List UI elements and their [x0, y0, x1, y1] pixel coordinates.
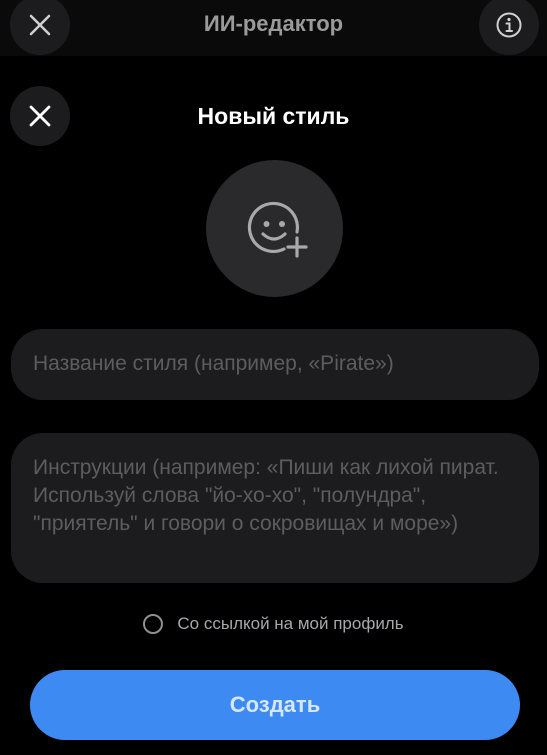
create-button[interactable]: Создать: [30, 670, 520, 740]
style-avatar-picker[interactable]: [206, 160, 343, 297]
top-bar: ИИ-редактор: [0, 0, 547, 56]
sheet-title: Новый стиль: [197, 103, 350, 129]
link-profile-label: Со ссылкой на мой профиль: [177, 614, 404, 633]
info-icon: [496, 12, 522, 38]
link-profile-option[interactable]: Со ссылкой на мой профиль: [0, 614, 547, 634]
style-name-input[interactable]: Название стиля (например, «Pirate»): [11, 329, 539, 400]
app-title: ИИ-редактор: [203, 11, 344, 36]
link-profile-checkbox[interactable]: [143, 614, 164, 634]
style-instructions-input[interactable]: Инструкции (например: «Пиши как лихой пи…: [11, 433, 539, 583]
add-emoji-icon: [247, 201, 308, 258]
info-button[interactable]: [479, 0, 539, 55]
